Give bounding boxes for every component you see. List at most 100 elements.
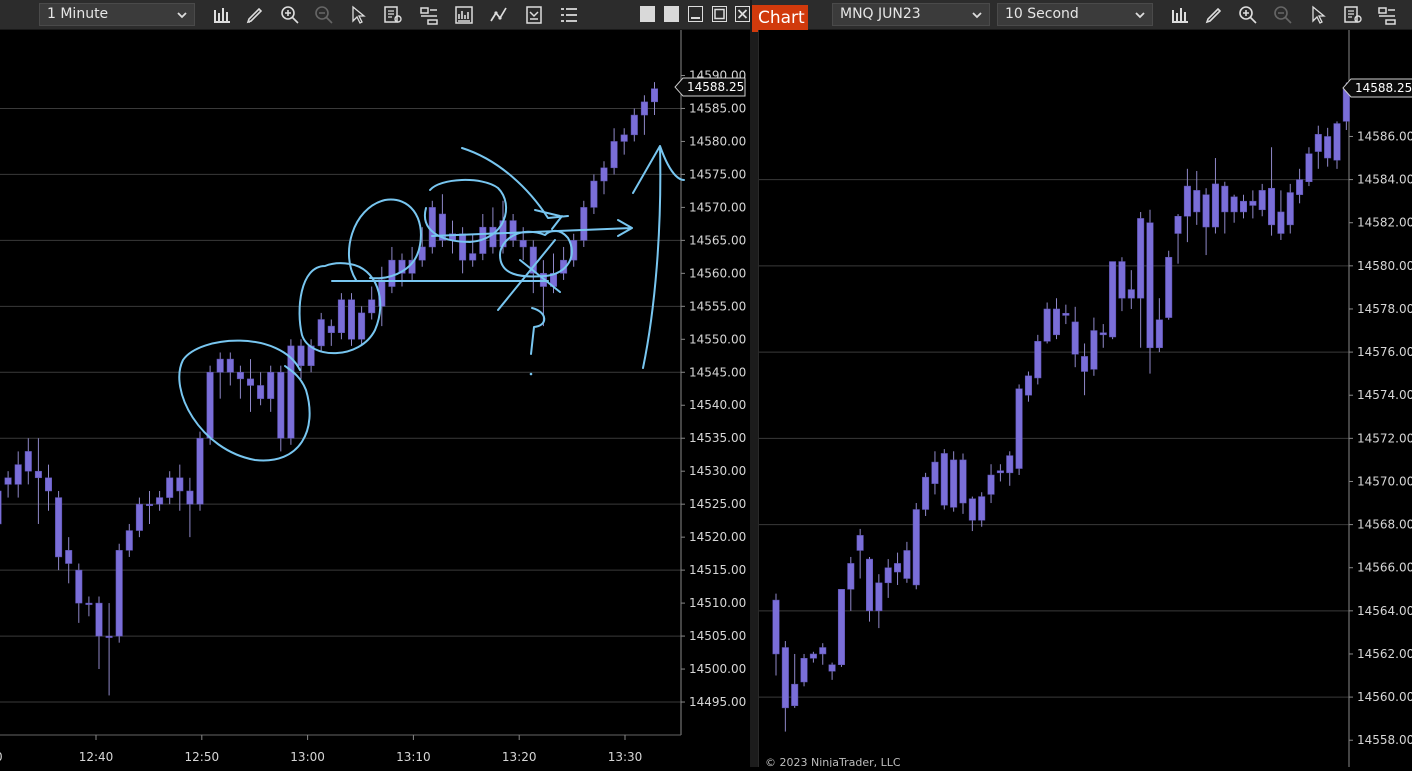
indicators-icon[interactable] <box>453 4 475 26</box>
tile-window-button[interactable] <box>640 6 655 22</box>
candle-body <box>809 653 817 659</box>
right-price-chart[interactable]: © 2023 NinjaTrader, LLC 14586.00 14584.00… <box>759 30 1412 769</box>
candle-body <box>226 358 234 373</box>
candle <box>186 477 194 538</box>
candle-body <box>1137 218 1145 299</box>
left-interval-dropdown[interactable]: 1 Minute <box>39 3 195 26</box>
y-tick-label: 14560.00 <box>1357 690 1412 704</box>
candle <box>1211 158 1219 234</box>
candle <box>95 596 103 670</box>
strategies-icon[interactable] <box>488 4 510 26</box>
tile-window-button-2[interactable] <box>664 6 679 22</box>
right-interval-dropdown[interactable]: 10 Second <box>997 3 1153 26</box>
y-tick-label: 14574.00 <box>1357 388 1412 402</box>
candle-body <box>0 490 2 525</box>
chart-trader-icon[interactable] <box>523 4 545 26</box>
candle-body <box>206 372 214 439</box>
maximize-button[interactable] <box>712 6 727 22</box>
candle <box>819 643 827 665</box>
freehand-stroke <box>534 209 563 230</box>
y-tick-label: 14550.00 <box>689 332 746 346</box>
candle <box>1146 209 1154 374</box>
left-interval-value: 1 Minute <box>47 6 109 22</box>
y-tick-label: 14500.00 <box>689 662 746 676</box>
properties-icon[interactable] <box>1376 4 1398 26</box>
left-price-chart[interactable]: 14590.0014585.0014580.0014575.0014570.00… <box>0 30 750 767</box>
zoom-in-icon[interactable] <box>279 4 301 26</box>
candle-body <box>1053 308 1060 336</box>
candle-body <box>1071 321 1079 355</box>
candle <box>894 552 902 585</box>
copyright-text: © 2023 NinjaTrader, LLC <box>765 756 901 767</box>
candle-body <box>791 683 799 706</box>
candle <box>1286 183 1294 234</box>
candle <box>4 471 12 498</box>
zoom-out-icon[interactable] <box>313 4 335 26</box>
y-tick-label: 14566.00 <box>1357 561 1412 575</box>
zoom-out-icon[interactable] <box>1272 4 1294 26</box>
y-tick-label: 14510.00 <box>689 596 746 610</box>
data-box-icon[interactable] <box>1342 4 1364 26</box>
candle-body <box>216 358 224 373</box>
candle <box>1305 147 1313 187</box>
candle <box>1324 127 1332 167</box>
menu-icon[interactable] <box>558 4 580 26</box>
instrument-dropdown[interactable]: MNQ JUN23 <box>832 3 990 26</box>
y-tick-label: 14578.00 <box>1357 302 1412 316</box>
candle <box>479 213 487 261</box>
candle-body <box>45 477 52 492</box>
right-chart-panel[interactable]: © 2023 NinjaTrader, LLC 14586.00 14584.00… <box>758 30 1412 769</box>
candle-body <box>55 497 63 558</box>
window-divider[interactable] <box>750 0 758 767</box>
pencil-icon[interactable] <box>1203 4 1225 26</box>
candle <box>866 556 873 622</box>
tab-chart[interactable]: Chart <box>752 5 808 32</box>
candle-body <box>4 477 12 485</box>
candle-body <box>1333 123 1341 161</box>
y-tick-label: 14535.00 <box>689 431 746 445</box>
candle-body <box>327 325 335 333</box>
candle-body <box>489 226 497 248</box>
candle-body <box>828 664 836 672</box>
candle-body <box>1118 261 1126 299</box>
y-tick-label: 14530.00 <box>689 464 746 478</box>
y-tick-label: 14572.00 <box>1357 431 1412 445</box>
candle-body <box>519 240 527 248</box>
candle <box>560 246 568 280</box>
data-box-icon[interactable] <box>382 4 404 26</box>
candle <box>358 306 366 346</box>
x-tick-label: 13:20 <box>502 750 537 764</box>
pencil-icon[interactable] <box>244 4 266 26</box>
pointer-icon[interactable] <box>347 4 369 26</box>
zoom-in-icon[interactable] <box>1237 4 1259 26</box>
y-tick-label: 14555.00 <box>689 299 746 313</box>
left-chart-panel[interactable]: 14590.00 14585.00 14580.00 14575.00 14570.00… <box>0 30 750 767</box>
candle <box>1118 257 1126 312</box>
minimize-button[interactable] <box>688 6 703 22</box>
pointer-icon[interactable] <box>1307 4 1329 26</box>
bar-type-icon[interactable] <box>1169 4 1191 26</box>
candle-body <box>1146 222 1154 349</box>
candle <box>226 352 234 386</box>
candle-body <box>1024 375 1032 396</box>
candle-body <box>1127 289 1135 299</box>
candle-body <box>620 134 628 142</box>
y-tick-label: 14495.00 <box>689 695 746 709</box>
properties-icon[interactable] <box>418 4 440 26</box>
candle-body <box>651 88 658 103</box>
y-tick-label: 14560.00 <box>689 266 746 280</box>
candle <box>257 372 265 406</box>
candle-body <box>75 569 83 604</box>
candle-body <box>115 550 123 637</box>
candle <box>368 286 376 320</box>
close-icon[interactable] <box>735 6 750 22</box>
current-price-label: 14588.25 <box>687 80 744 94</box>
candle <box>65 537 73 584</box>
candle-body <box>800 658 808 683</box>
candle <box>1062 304 1070 325</box>
candle-body <box>196 437 204 505</box>
candle <box>247 359 254 412</box>
candle <box>809 651 817 663</box>
candle <box>348 293 355 346</box>
bar-type-icon[interactable] <box>211 4 233 26</box>
